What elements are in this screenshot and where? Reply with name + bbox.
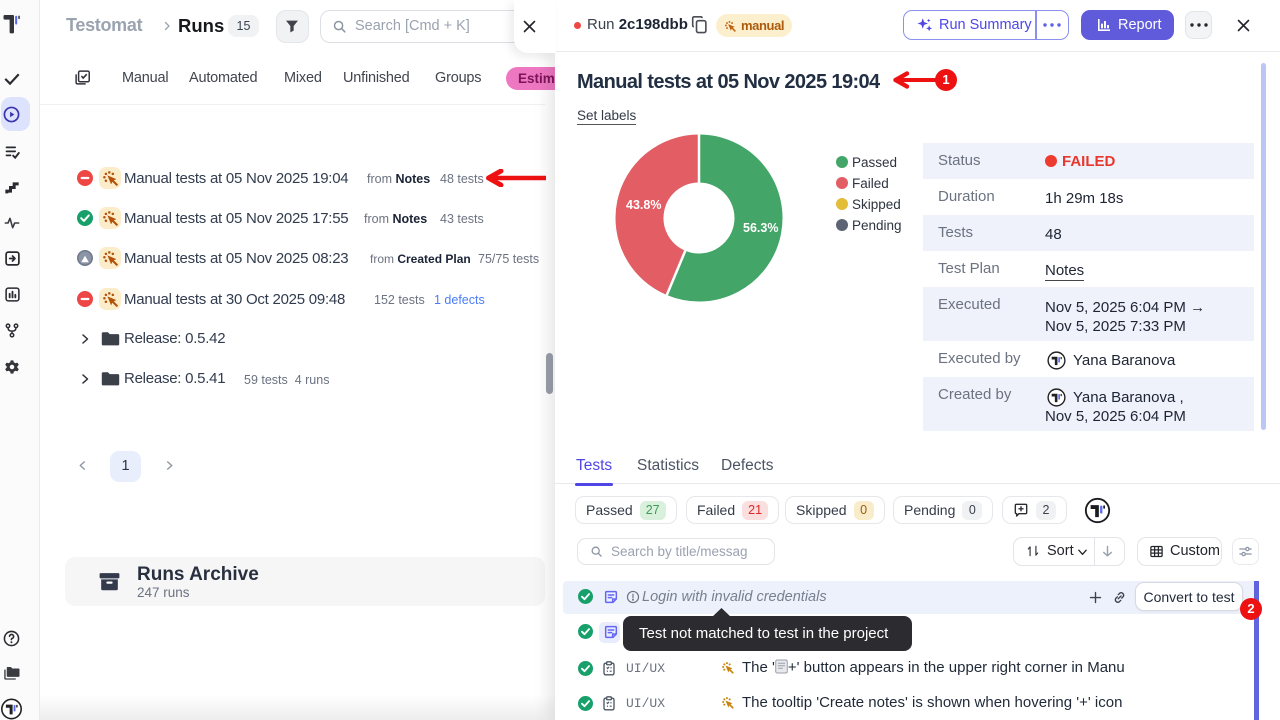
svg-text:56.3%: 56.3% — [743, 221, 778, 235]
svg-text:43.8%: 43.8% — [626, 198, 661, 212]
